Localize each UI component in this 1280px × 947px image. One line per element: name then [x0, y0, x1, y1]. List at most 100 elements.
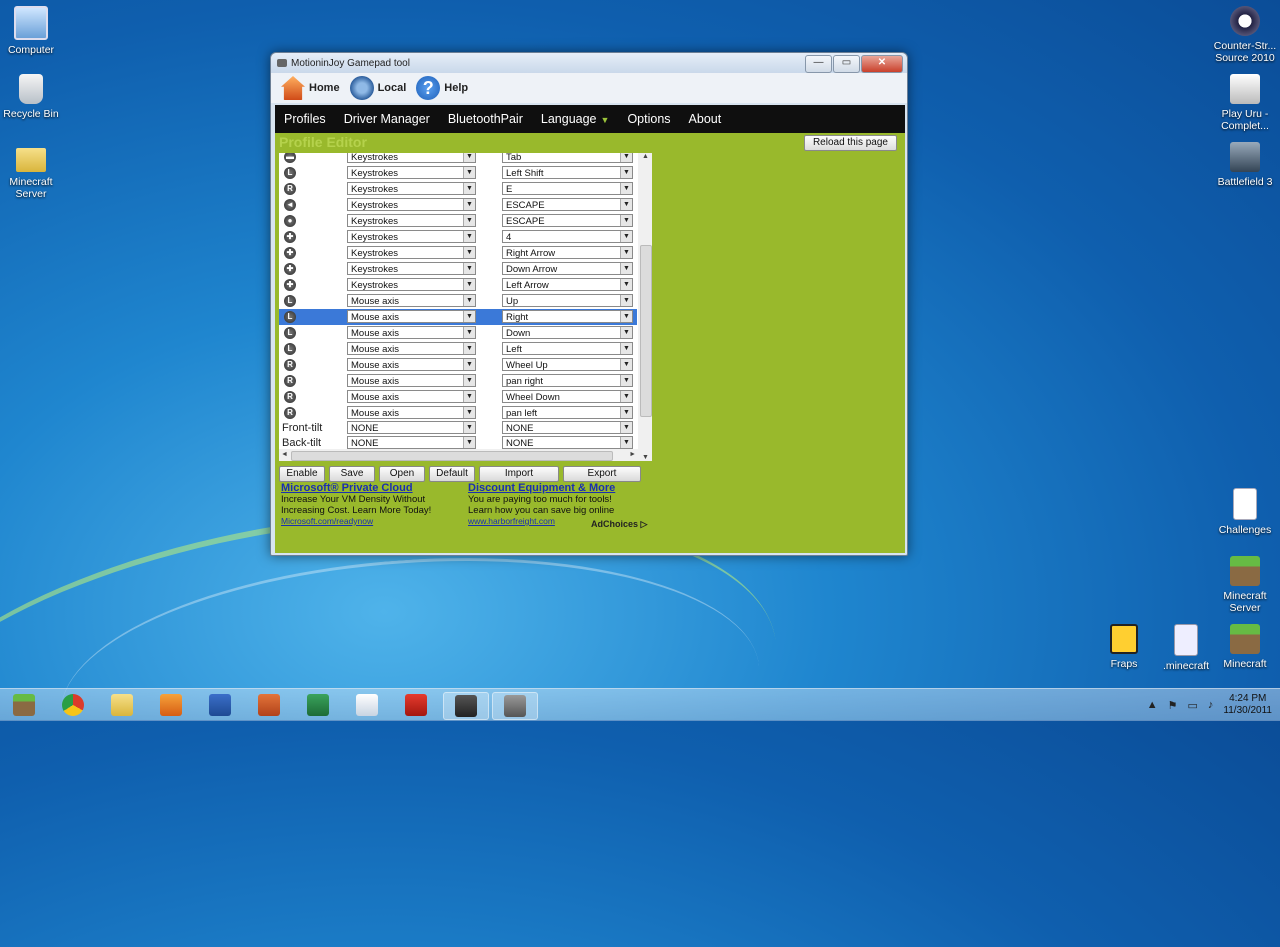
- chevron-down-icon[interactable]: ▼: [620, 327, 632, 338]
- chevron-down-icon[interactable]: ▼: [620, 343, 632, 354]
- chevron-down-icon[interactable]: ▼: [620, 199, 632, 210]
- mapping-row[interactable]: R Mouse axis ▼ pan left ▼: [279, 405, 637, 421]
- mapping-type-select[interactable]: Keystrokes ▼: [347, 278, 476, 291]
- mapping-row[interactable]: R Mouse axis ▼ pan right ▼: [279, 373, 637, 389]
- mapping-type-select[interactable]: Keystrokes ▼: [347, 262, 476, 275]
- import-button[interactable]: Import: [479, 466, 559, 482]
- mapping-row[interactable]: L Mouse axis ▼ Down ▼: [279, 325, 637, 341]
- network-icon[interactable]: ▭: [1188, 699, 1198, 712]
- desktop-icon-recycle-bin[interactable]: Recycle Bin: [0, 74, 69, 120]
- desktop-icon-challenges[interactable]: Challenges: [1207, 488, 1280, 536]
- chevron-down-icon[interactable]: ▼: [620, 231, 632, 242]
- ad-url[interactable]: Microsoft.com/readynow: [281, 516, 466, 527]
- mapping-value-select[interactable]: Left Shift ▼: [502, 166, 633, 179]
- nav-language[interactable]: Language ▼: [532, 112, 619, 126]
- mapping-type-select[interactable]: Keystrokes ▼: [347, 198, 476, 211]
- mapping-value-select[interactable]: pan right ▼: [502, 374, 633, 387]
- mapping-row[interactable]: L Mouse axis ▼ Right ▼: [279, 309, 637, 325]
- nav-about[interactable]: About: [680, 112, 731, 126]
- mapping-row[interactable]: R Mouse axis ▼ Wheel Down ▼: [279, 389, 637, 405]
- desktop-icon-counter-strike[interactable]: Counter-Str... Source 2010: [1207, 6, 1280, 64]
- chevron-down-icon[interactable]: ▼: [463, 295, 475, 306]
- taskbar-button[interactable]: [149, 692, 193, 718]
- chevron-down-icon[interactable]: ▼: [463, 327, 475, 338]
- mapping-value-select[interactable]: Right ▼: [502, 310, 633, 323]
- chevron-down-icon[interactable]: ▼: [463, 199, 475, 210]
- maximize-button[interactable]: ▭: [833, 55, 860, 73]
- clock[interactable]: 4:24 PM 11/30/2011: [1223, 693, 1272, 717]
- mapping-row[interactable]: ✚ Keystrokes ▼ Left Arrow ▼: [279, 277, 637, 293]
- mapping-value-select[interactable]: Left ▼: [502, 342, 633, 355]
- chevron-down-icon[interactable]: ▼: [463, 391, 475, 402]
- save-button[interactable]: Save: [329, 466, 375, 482]
- horizontal-scroll-thumb[interactable]: [291, 451, 613, 461]
- chevron-down-icon[interactable]: ▼: [620, 437, 632, 448]
- nav-options[interactable]: Options: [618, 112, 679, 126]
- local-button[interactable]: Local: [349, 76, 406, 100]
- mapping-type-select[interactable]: Mouse axis ▼: [347, 390, 476, 403]
- mapping-value-select[interactable]: Down Arrow ▼: [502, 262, 633, 275]
- taskbar-button[interactable]: [2, 692, 46, 718]
- chevron-down-icon[interactable]: ▼: [463, 437, 475, 448]
- chevron-down-icon[interactable]: ▼: [463, 375, 475, 386]
- mapping-value-select[interactable]: ESCAPE ▼: [502, 214, 633, 227]
- mapping-row[interactable]: ✚ Keystrokes ▼ 4 ▼: [279, 229, 637, 245]
- mapping-type-select[interactable]: Mouse axis ▼: [347, 310, 476, 323]
- mapping-value-select[interactable]: Right Arrow ▼: [502, 246, 633, 259]
- scroll-left-icon[interactable]: ◄: [281, 451, 288, 458]
- mapping-type-select[interactable]: Mouse axis ▼: [347, 342, 476, 355]
- mapping-type-select[interactable]: Mouse axis ▼: [347, 374, 476, 387]
- desktop-icon-battlefield[interactable]: Battlefield 3: [1207, 142, 1280, 188]
- mapping-value-select[interactable]: pan left ▼: [502, 406, 633, 419]
- mapping-type-select[interactable]: Keystrokes ▼: [347, 246, 476, 259]
- mapping-type-select[interactable]: Mouse axis ▼: [347, 326, 476, 339]
- window-titlebar[interactable]: MotioninJoy Gamepad tool — ▭ ✕: [271, 53, 907, 73]
- taskbar-button[interactable]: [247, 692, 291, 718]
- chevron-down-icon[interactable]: ▼: [620, 391, 632, 402]
- taskbar-button[interactable]: [198, 692, 242, 718]
- desktop-icon-computer[interactable]: Computer: [0, 6, 69, 56]
- chevron-down-icon[interactable]: ▼: [620, 295, 632, 306]
- taskbar-button[interactable]: [100, 692, 144, 718]
- taskbar-button[interactable]: [51, 692, 95, 718]
- default-button[interactable]: Default: [429, 466, 475, 482]
- mapping-value-select[interactable]: NONE ▼: [502, 421, 633, 434]
- mapping-type-select[interactable]: Mouse axis ▼: [347, 406, 476, 419]
- desktop-icon-minecraft-server-2[interactable]: Minecraft Server: [1207, 556, 1280, 614]
- mapping-type-select[interactable]: NONE ▼: [347, 436, 476, 449]
- mapping-value-select[interactable]: E ▼: [502, 182, 633, 195]
- horizontal-scrollbar[interactable]: ◄ ►: [279, 449, 638, 461]
- chevron-down-icon[interactable]: ▼: [620, 167, 632, 178]
- taskbar-button[interactable]: [443, 692, 489, 720]
- ad-title[interactable]: Microsoft® Private Cloud: [281, 483, 466, 494]
- mapping-row[interactable]: ✚ Keystrokes ▼ Down Arrow ▼: [279, 261, 637, 277]
- mapping-type-select[interactable]: Keystrokes ▼: [347, 182, 476, 195]
- chevron-down-icon[interactable]: ▼: [463, 359, 475, 370]
- mapping-value-select[interactable]: Wheel Up ▼: [502, 358, 633, 371]
- chevron-down-icon[interactable]: ▼: [463, 231, 475, 242]
- reload-page-button[interactable]: Reload this page: [803, 135, 897, 151]
- mapping-value-select[interactable]: 4 ▼: [502, 230, 633, 243]
- scroll-up-icon[interactable]: ▲: [642, 153, 649, 160]
- chevron-down-icon[interactable]: ▼: [620, 311, 632, 322]
- volume-icon[interactable]: ♪: [1208, 699, 1214, 711]
- nav-profiles[interactable]: Profiles: [275, 112, 335, 126]
- open-button[interactable]: Open: [379, 466, 425, 482]
- mapping-row[interactable]: ▬ Keystrokes ▼ Tab ▼: [279, 153, 637, 165]
- nav-driver-manager[interactable]: Driver Manager: [335, 112, 439, 126]
- mapping-value-select[interactable]: ESCAPE ▼: [502, 198, 633, 211]
- mapping-row[interactable]: ✚ Keystrokes ▼ Right Arrow ▼: [279, 245, 637, 261]
- mapping-type-select[interactable]: Mouse axis ▼: [347, 294, 476, 307]
- mapping-value-select[interactable]: Tab ▼: [502, 153, 633, 163]
- chevron-down-icon[interactable]: ▼: [620, 153, 632, 162]
- chevron-down-icon[interactable]: ▼: [463, 153, 475, 162]
- adchoices-link[interactable]: AdChoices ▷: [591, 519, 647, 530]
- mapping-row[interactable]: L Mouse axis ▼ Up ▼: [279, 293, 637, 309]
- close-button[interactable]: ✕: [861, 55, 903, 73]
- chevron-down-icon[interactable]: ▼: [463, 343, 475, 354]
- chevron-down-icon[interactable]: ▼: [620, 407, 632, 418]
- mapping-value-select[interactable]: NONE ▼: [502, 436, 633, 449]
- scroll-down-icon[interactable]: ▼: [642, 454, 649, 461]
- chevron-down-icon[interactable]: ▼: [463, 407, 475, 418]
- chevron-down-icon[interactable]: ▼: [620, 263, 632, 274]
